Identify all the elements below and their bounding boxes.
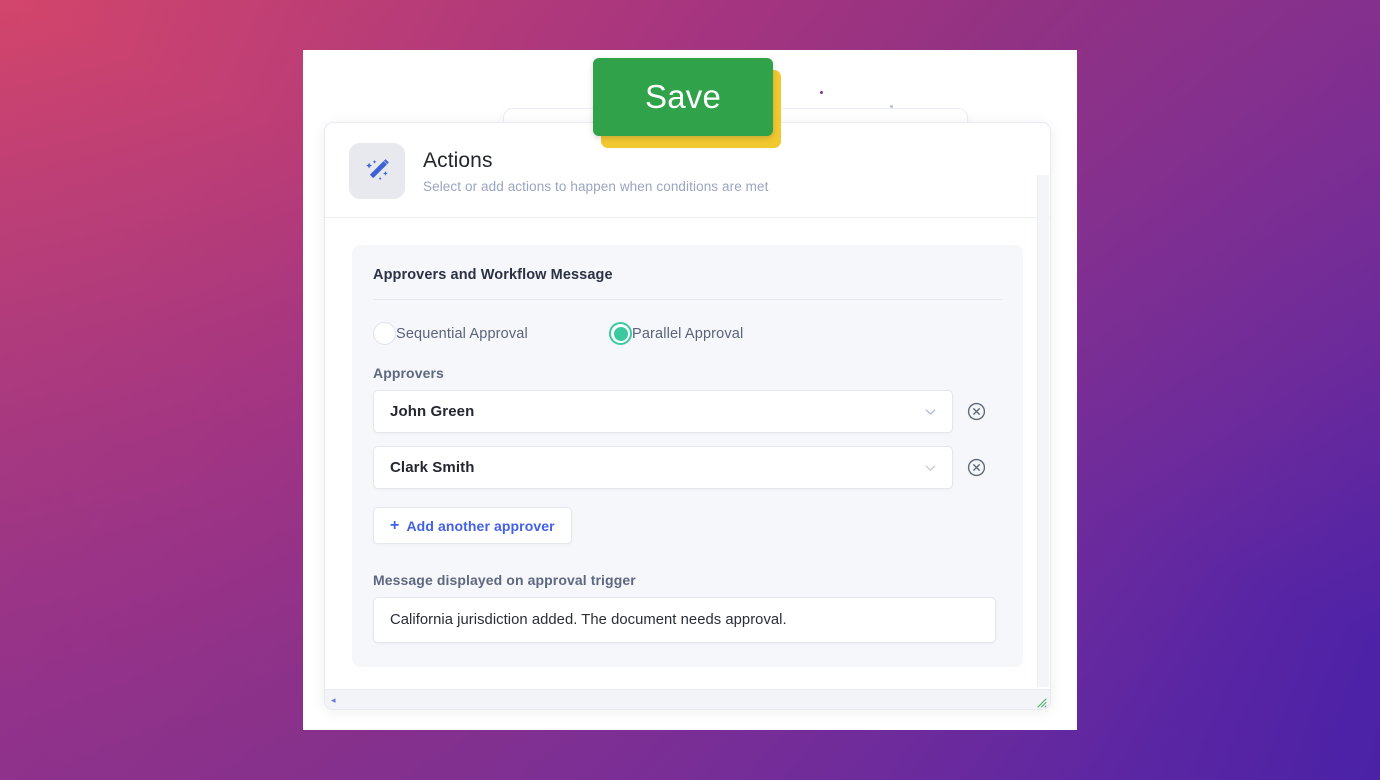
approvers-label: Approvers — [373, 365, 444, 381]
approver-select-1[interactable]: John Green — [373, 390, 953, 433]
add-another-approver-button[interactable]: + Add another approver — [373, 507, 572, 544]
approval-message-input[interactable]: California jurisdiction added. The docum… — [373, 597, 996, 643]
actions-card: Actions Select or add actions to happen … — [324, 122, 1051, 710]
approver-select-2[interactable]: Clark Smith — [373, 446, 953, 489]
page-background: Actions Select or add actions to happen … — [0, 0, 1380, 780]
approval-message-label: Message displayed on approval trigger — [373, 572, 636, 588]
chevron-down-icon[interactable] — [923, 460, 938, 475]
page-title: Actions — [423, 149, 493, 173]
radio-label-sequential-approval: Sequential Approval — [396, 325, 528, 342]
approver-row: John Green — [373, 390, 1002, 433]
radio-option-parallel-approval[interactable]: Parallel Approval — [609, 322, 743, 345]
card-footer: ◂ — [325, 689, 1050, 709]
artifact-dot — [890, 105, 893, 108]
artifact-dot — [820, 91, 823, 94]
remove-approver-2-button[interactable] — [966, 457, 987, 478]
page-subtitle: Select or add actions to happen when con… — [423, 178, 769, 194]
save-button[interactable]: Save — [593, 58, 773, 136]
actions-card-heading-text: Actions Select or add actions to happen … — [423, 148, 768, 193]
add-another-approver-label: Add another approver — [406, 517, 555, 534]
approvers-workflow-section: Approvers and Workflow Message Sequentia… — [352, 245, 1023, 667]
radio-label-parallel-approval: Parallel Approval — [632, 325, 744, 342]
radio-circle-icon[interactable] — [373, 322, 396, 345]
plus-icon: + — [390, 516, 400, 534]
chevron-down-icon[interactable] — [923, 404, 938, 419]
approver-row: Clark Smith — [373, 446, 1002, 489]
radio-option-sequential-approval[interactable]: Sequential Approval — [373, 322, 609, 345]
approval-mode-radio-group: Sequential Approval Parallel Approval — [373, 322, 1002, 345]
magic-wand-icon — [349, 143, 405, 199]
radio-circle-selected-icon[interactable] — [609, 322, 632, 345]
section-title: Approvers and Workflow Message — [373, 267, 1002, 300]
approval-message-value: California jurisdiction added. The docum… — [390, 612, 787, 628]
app-panel: Actions Select or add actions to happen … — [303, 50, 1077, 730]
save-button-overlay: Save — [593, 58, 781, 148]
approver-select-2-value: Clark Smith — [390, 459, 475, 476]
actions-card-body: Approvers and Workflow Message Sequentia… — [325, 218, 1050, 667]
approver-select-1-value: John Green — [390, 403, 475, 420]
resize-grip-icon[interactable] — [1036, 695, 1047, 708]
card-scrollbar[interactable] — [1037, 175, 1049, 687]
remove-approver-1-button[interactable] — [966, 401, 987, 422]
collapse-caret-icon[interactable]: ◂ — [331, 696, 336, 705]
